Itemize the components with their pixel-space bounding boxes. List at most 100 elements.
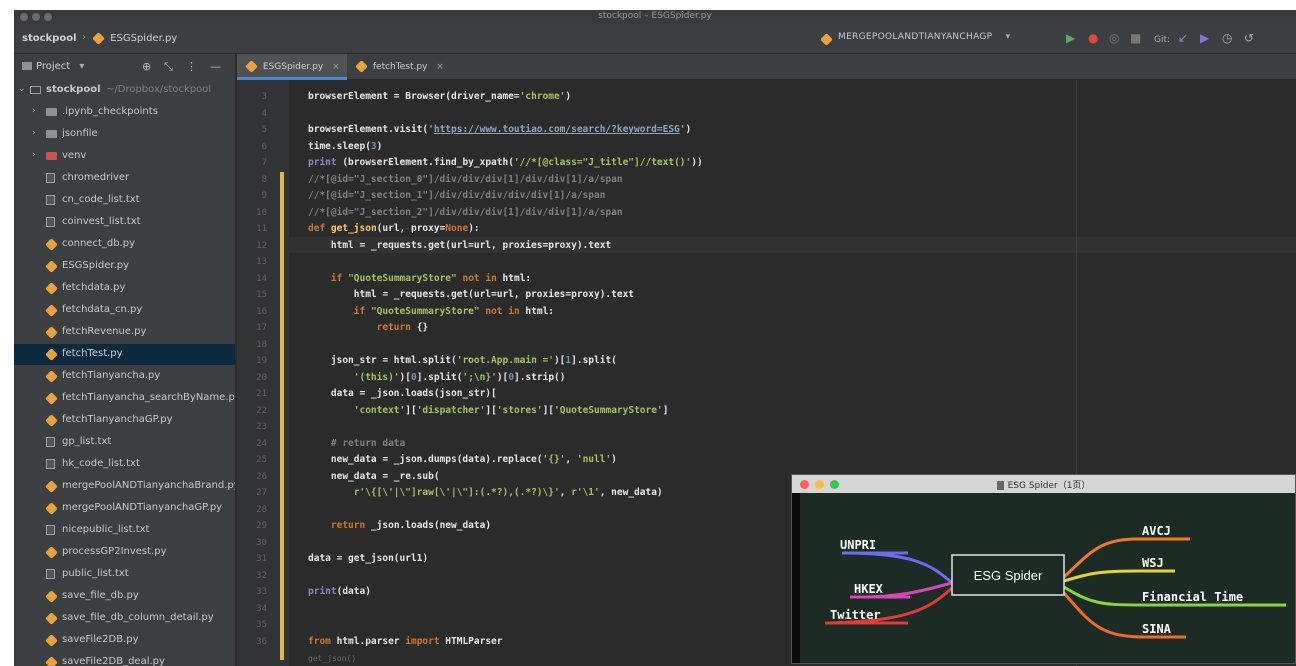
- line-number: 24: [256, 438, 267, 449]
- tree-item[interactable]: cn_code_list.txt: [14, 190, 235, 211]
- tree-item[interactable]: nicepublic_list.txt: [14, 520, 235, 541]
- code-line[interactable]: print(data): [308, 586, 371, 597]
- tree-item[interactable]: fetchdata.py: [14, 278, 235, 299]
- revert-icon[interactable]: ↺: [1244, 31, 1254, 45]
- python-file-icon: [45, 370, 58, 383]
- tree-item[interactable]: saveFile2DB_deal.py: [14, 652, 235, 666]
- collapse-all-icon[interactable]: ⤡: [164, 60, 173, 74]
- code-line[interactable]: browserElement.visit('https://www.toutia…: [308, 124, 691, 135]
- tree-item[interactable]: mergePoolANDTianyanchaGP.py: [14, 498, 235, 519]
- code-line[interactable]: html = _requests.get(url=url, proxies=pr…: [308, 240, 611, 251]
- tree-item[interactable]: fetchRevenue.py: [14, 322, 235, 343]
- tab-fetchtest[interactable]: fetchTest.py ×: [347, 54, 455, 80]
- code-line[interactable]: return {}: [308, 322, 429, 333]
- code-line[interactable]: json_str = html.split('root.App.main =')…: [308, 355, 617, 366]
- line-number: 16: [256, 306, 267, 317]
- tree-item[interactable]: fetchdata_cn.py: [14, 300, 235, 321]
- mindmap-node-wsj[interactable]: WSJ: [1142, 556, 1164, 570]
- tree-item[interactable]: public_list.txt: [14, 564, 235, 585]
- history-icon[interactable]: ◷: [1222, 31, 1232, 45]
- code-line[interactable]: //*[@id="J_section_2"]/div/div/div[1]/di…: [308, 207, 623, 218]
- code-line[interactable]: def get_json(url, proxy=None):: [308, 223, 480, 234]
- mindmap-node-avcj[interactable]: AVCJ: [1142, 524, 1171, 538]
- hide-panel-icon[interactable]: —: [210, 60, 221, 73]
- code-line[interactable]: r'\{[\'|\"]raw[\'|\"]:(.*?),(.*?)\}', r'…: [308, 487, 663, 498]
- tree-item[interactable]: › .ipynb_checkpoints: [14, 102, 235, 123]
- tree-item[interactable]: processGP2Invest.py: [14, 542, 235, 563]
- python-file-icon: [45, 282, 58, 295]
- line-number: 14: [256, 273, 267, 284]
- tree-item[interactable]: fetchTest.py: [14, 344, 235, 365]
- tree-item[interactable]: hk_code_list.txt: [14, 454, 235, 475]
- folder-icon: [46, 130, 57, 138]
- tree-item[interactable]: › jsonfile: [14, 124, 235, 145]
- close-icon[interactable]: ×: [436, 62, 444, 72]
- code-line[interactable]: '(this)')[0].split(';\n}')[0].strip(): [308, 372, 566, 383]
- breadcrumb-file[interactable]: ESGSpider.py: [92, 31, 177, 45]
- breadcrumb-project[interactable]: stockpool: [22, 33, 77, 44]
- mindmap-window-titlebar: ESG Spider（1页）: [792, 475, 1295, 493]
- tree-item-label: public_list.txt: [62, 568, 129, 579]
- run-configuration-select[interactable]: MERGEPOOLANDTIANYANCHAGP ▾: [838, 32, 1010, 42]
- chevron-right-icon[interactable]: ›: [32, 106, 36, 116]
- code-line[interactable]: if "QuoteSummaryStore" not in html:: [308, 306, 554, 317]
- line-number: 11: [256, 224, 267, 234]
- mindmap-node-twitter[interactable]: Twitter: [830, 608, 881, 622]
- mindmap-node-sina[interactable]: SINA: [1142, 622, 1172, 636]
- tree-item[interactable]: saveFile2DB.py: [14, 630, 235, 651]
- tree-item[interactable]: chromedriver: [14, 168, 235, 189]
- vcs-update-icon[interactable]: ↙: [1178, 31, 1188, 45]
- line-number: 36: [256, 636, 267, 647]
- code-line[interactable]: //*[@id="J_section_1"]/div/div/div/div/d…: [308, 190, 605, 201]
- tab-esgspider[interactable]: ESGSpider.py ×: [237, 54, 347, 80]
- settings-icon[interactable]: ⋮: [186, 60, 197, 73]
- line-number: 27: [256, 488, 267, 498]
- mindmap-node-unpri[interactable]: UNPRI: [840, 538, 876, 552]
- code-line[interactable]: print (browserElement.find_by_xpath('//*…: [308, 157, 703, 168]
- mindmap-node-financial-time[interactable]: Financial Time: [1142, 590, 1243, 604]
- close-icon[interactable]: ×: [332, 62, 340, 72]
- code-line[interactable]: from html.parser import HTMLParser: [308, 636, 503, 647]
- line-number: 17: [256, 323, 267, 333]
- tree-item[interactable]: coinvest_list.txt: [14, 212, 235, 233]
- python-file-icon: [45, 326, 58, 339]
- run-icon[interactable]: ▶: [1066, 31, 1075, 45]
- tree-root-stockpool[interactable]: ⌄ stockpool ~/Dropbox/stockpool: [14, 80, 235, 101]
- tree-item[interactable]: save_file_db.py: [14, 586, 235, 607]
- project-view-select[interactable]: Project ▾: [22, 61, 84, 72]
- tree-item[interactable]: › venv: [14, 146, 235, 167]
- mindmap-node-hkex[interactable]: HKEX: [854, 582, 884, 596]
- tree-item[interactable]: fetchTianyanchaGP.py: [14, 410, 235, 431]
- code-line[interactable]: return _json.loads(new_data): [308, 520, 491, 531]
- chevron-right-icon[interactable]: ›: [32, 150, 36, 160]
- debug-icon[interactable]: ●: [1088, 31, 1098, 45]
- locate-file-icon[interactable]: ⊕: [142, 60, 151, 73]
- code-line[interactable]: # return data: [308, 438, 405, 449]
- stop-icon[interactable]: ■: [1130, 31, 1141, 45]
- code-line[interactable]: if "QuoteSummaryStore" not in html:: [308, 273, 531, 284]
- tree-item[interactable]: ESGSpider.py: [14, 256, 235, 277]
- tree-item-label: hk_code_list.txt: [62, 458, 140, 469]
- code-line[interactable]: time.sleep(3): [308, 141, 382, 152]
- tree-item[interactable]: mergePoolANDTianyanchaBrand.py: [14, 476, 235, 497]
- tree-item[interactable]: fetchTianyancha.py: [14, 366, 235, 387]
- branch-sina: [1062, 592, 1141, 639]
- tree-item[interactable]: gp_list.txt: [14, 432, 235, 453]
- coverage-icon[interactable]: ◎: [1109, 31, 1119, 45]
- tree-item-label: ESGSpider.py: [62, 260, 130, 271]
- code-line[interactable]: html = _requests.get(url=url, proxies=pr…: [308, 289, 634, 300]
- code-line[interactable]: data = get_json(url1): [308, 553, 428, 564]
- code-line[interactable]: new_data = _re.sub(: [308, 471, 440, 482]
- code-line[interactable]: 'context']['dispatcher']['stores']['Quot…: [308, 405, 669, 416]
- tree-item[interactable]: connect_db.py: [14, 234, 235, 255]
- code-line[interactable]: data = _json.loads(json_str)[: [308, 388, 497, 399]
- code-line[interactable]: new_data = _json.dumps(data).replace('{}…: [308, 454, 617, 465]
- line-number: 25: [256, 455, 267, 465]
- tree-item[interactable]: save_file_db_column_detail.py: [14, 608, 235, 629]
- code-line[interactable]: //*[@id="J_section_0"]/div/div/div[1]/di…: [308, 174, 623, 185]
- tree-item[interactable]: fetchTianyancha_searchByName.py: [14, 388, 235, 409]
- chevron-right-icon[interactable]: ›: [32, 128, 36, 138]
- folder-icon: [46, 108, 57, 116]
- code-line[interactable]: browserElement = Browser(driver_name='ch…: [308, 91, 571, 102]
- vcs-commit-icon[interactable]: ▶: [1200, 31, 1209, 45]
